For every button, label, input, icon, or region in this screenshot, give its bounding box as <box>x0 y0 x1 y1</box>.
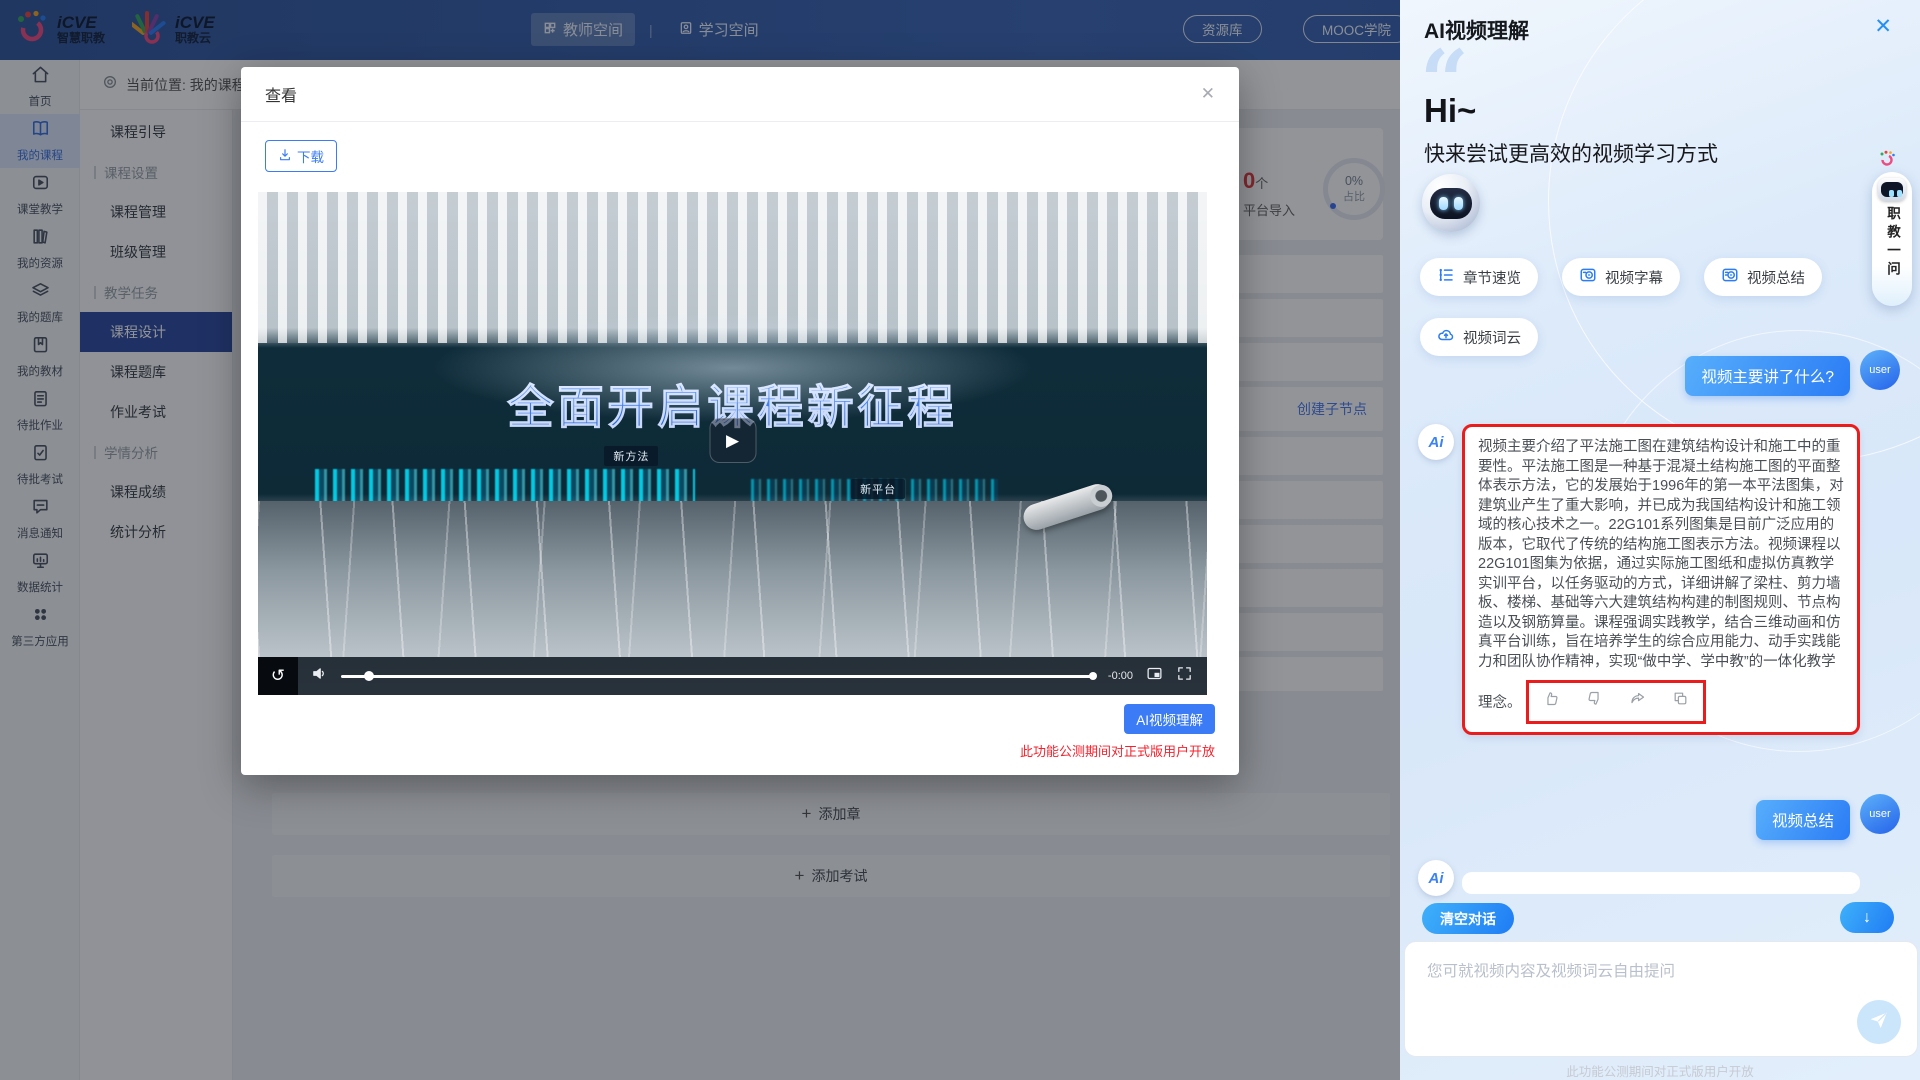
user-avatar: user <box>1860 794 1900 834</box>
video-player[interactable]: 全面开启课程新征程 新方法 新平台 ▶ ↺ -0:00 <box>258 192 1207 695</box>
chat-input-placeholder: 您可就视频内容及视频词云自由提问 <box>1427 959 1675 981</box>
video-subtitle-button[interactable]: 视频字幕 <box>1562 258 1680 296</box>
app-root: iCVE智慧职教 iCVE职教云 教师空间 | 学习空间 资源库 MOOC学院 … <box>0 0 1920 1080</box>
time-remaining: -0:00 <box>1108 670 1133 682</box>
user-question-bubble: 视频总结 <box>1756 800 1850 840</box>
panel-close-icon[interactable]: ✕ <box>1874 14 1892 39</box>
ai-avatar: Ai <box>1418 860 1454 896</box>
user-question-bubble: 视频主要讲了什么? <box>1685 356 1850 396</box>
chapter-list-icon <box>1437 266 1455 288</box>
play-button[interactable]: ▶ <box>709 418 756 463</box>
chapter-overview-button[interactable]: 章节速览 <box>1420 258 1538 296</box>
greeting-text: Hi~ <box>1424 92 1476 130</box>
badge-new-platform: 新平台 <box>851 479 905 499</box>
paper-plane-icon <box>1869 1010 1889 1035</box>
thumbs-down-icon[interactable] <box>1586 690 1603 714</box>
progress-bar[interactable] <box>341 675 1095 678</box>
view-modal: 查看 ✕ 下载 全面开启课程新征程 新方法 新平台 ▶ ↺ -0:00 <box>241 67 1239 775</box>
clear-conversation-button[interactable]: 清空对话 <box>1422 903 1514 934</box>
feature-buttons: 章节速览 视频字幕 视频总结 视频词云 <box>1420 258 1872 356</box>
ai-answer-bubble-partial <box>1462 872 1860 894</box>
modal-header: 查看 ✕ <box>241 67 1239 122</box>
panel-footer-note: 此功能公测期间对正式版用户开放 <box>1400 1061 1920 1080</box>
arrow-down-icon: ↓ <box>1863 909 1871 927</box>
ai-answer-text: 视频主要介绍了平法施工图在建筑结构设计和施工中的重要性。平法施工图是一种基于混凝… <box>1478 439 1844 711</box>
scroll-down-button[interactable]: ↓ <box>1840 902 1894 933</box>
ai-panel: AI视频理解 ✕ Hi~ 快来尝试更高效的视频学习方式 章节速览 视频字幕 视频… <box>1400 0 1920 1080</box>
beta-notice-text: 此功能公测期间对正式版用户开放 <box>1020 741 1215 760</box>
progress-end-dot <box>1089 672 1097 680</box>
fullscreen-icon[interactable] <box>1176 665 1193 687</box>
share-icon[interactable] <box>1629 690 1646 714</box>
video-summary-button[interactable]: 视频总结 <box>1704 258 1822 296</box>
widget-logo-icon <box>1878 150 1896 173</box>
progress-handle[interactable] <box>364 671 374 681</box>
ai-answer-bubble: 视频主要介绍了平法施工图在建筑结构设计和施工中的重要性。平法施工图是一种基于混凝… <box>1462 424 1860 735</box>
word-cloud-button[interactable]: 视频词云 <box>1420 318 1538 356</box>
greeting-subtitle: 快来尝试更高效的视频学习方式 <box>1424 138 1718 168</box>
download-icon <box>278 148 292 165</box>
replay-icon: ↺ <box>271 666 285 686</box>
download-button[interactable]: 下载 <box>265 140 337 172</box>
send-button[interactable] <box>1857 1000 1901 1044</box>
replay-button[interactable]: ↺ <box>258 657 298 695</box>
modal-close-icon[interactable]: ✕ <box>1201 84 1215 104</box>
ai-avatar: Ai <box>1418 424 1454 460</box>
ai-video-understanding-button[interactable]: AI视频理解 <box>1124 704 1215 734</box>
video-controls: ↺ -0:00 <box>258 657 1207 695</box>
copy-icon[interactable] <box>1672 690 1689 714</box>
user-avatar: user <box>1860 350 1900 390</box>
chat-input-area[interactable]: 您可就视频内容及视频词云自由提问 <box>1404 941 1918 1057</box>
thumbs-up-icon[interactable] <box>1543 690 1560 714</box>
modal-title: 查看 <box>265 82 297 106</box>
panel-title: AI视频理解 <box>1424 15 1529 45</box>
floor-decor <box>258 501 1207 657</box>
zhijiao-yiwen-widget[interactable]: 职教一问 <box>1872 172 1912 306</box>
badge-new-method: 新方法 <box>604 446 658 466</box>
video-subtitle-icon <box>1579 266 1597 288</box>
word-cloud-icon <box>1437 326 1455 348</box>
video-summary-icon <box>1721 266 1739 288</box>
feedback-toolbar <box>1526 680 1706 724</box>
widget-label: 职教一问 <box>1882 206 1902 280</box>
play-icon: ▶ <box>726 431 739 451</box>
mini-robot-icon <box>1878 178 1906 201</box>
pip-icon[interactable] <box>1146 665 1163 687</box>
robot-avatar <box>1422 174 1480 232</box>
volume-icon[interactable] <box>311 665 328 687</box>
